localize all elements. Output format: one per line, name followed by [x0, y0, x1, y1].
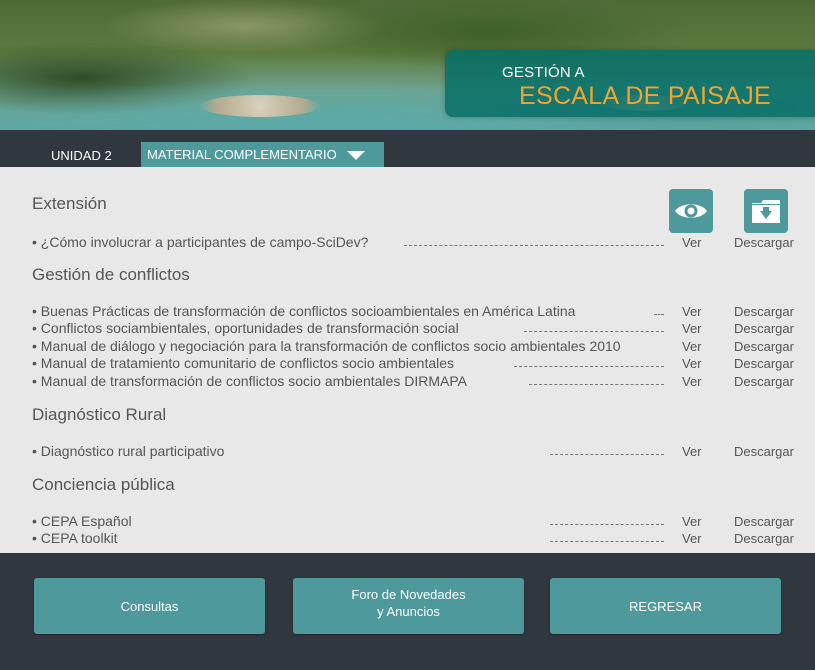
- item-title: • ¿Cómo involucrar a participantes de ca…: [32, 234, 369, 250]
- consultas-label: Consultas: [120, 598, 179, 614]
- section-title-conciencia-publica: Conciencia pública: [32, 475, 175, 494]
- item-title: • Manual de tratamiento comunitario de c…: [32, 355, 455, 371]
- download-icon-button[interactable]: [744, 189, 788, 233]
- leader-dots: [514, 366, 664, 367]
- section-title-diagnostico-rural: Diagnóstico Rural: [32, 405, 167, 424]
- download-link[interactable]: Descargar: [734, 444, 794, 459]
- list-item: • CEPA Español Ver Descargar: [32, 513, 802, 530]
- list-item: • CEPA toolkit Ver Descargar: [32, 530, 802, 547]
- course-title-line2: ESCALA DE PAISAJE: [519, 82, 771, 110]
- leader-dots: [404, 245, 664, 246]
- foro-label-line2: y Anuncios: [377, 604, 440, 619]
- leader-dots: [550, 541, 664, 542]
- section-title-gestion-conflictos: Gestión de conflictos: [32, 265, 190, 284]
- caret-down-icon: [346, 151, 365, 160]
- folder-download-icon: [752, 200, 780, 223]
- footer-bar: Consultas Foro de Novedades y Anuncios R…: [0, 553, 815, 670]
- download-link[interactable]: Descargar: [734, 235, 794, 250]
- list-item: • ¿Cómo involucrar a participantes de ca…: [32, 234, 802, 251]
- item-title: • Manual de transformación de conflictos…: [32, 373, 467, 389]
- download-link[interactable]: Descargar: [734, 531, 794, 546]
- view-link[interactable]: Ver: [682, 304, 702, 319]
- regresar-label: REGRESAR: [629, 598, 702, 614]
- list-item: • Diagnóstico rural participativo Ver De…: [32, 443, 802, 460]
- list-item: • Buenas Prácticas de transformación de …: [32, 303, 802, 320]
- list-item: • Manual de transformación de conflictos…: [32, 373, 802, 390]
- view-link[interactable]: Ver: [682, 374, 702, 389]
- header-landscape-banner: GESTIÓN A ESCALA DE PAISAJE: [0, 0, 815, 130]
- leader-dots: [550, 524, 664, 525]
- item-title: • CEPA toolkit: [32, 530, 118, 546]
- regresar-button[interactable]: REGRESAR: [550, 578, 781, 634]
- eye-icon: [675, 204, 707, 218]
- item-title: • Manual de diálogo y negociación para l…: [32, 338, 621, 354]
- download-link[interactable]: Descargar: [734, 304, 794, 319]
- list-item: • Conflictos sociambientales, oportunida…: [32, 320, 802, 337]
- download-link[interactable]: Descargar: [734, 321, 794, 336]
- leader-dots: [529, 384, 664, 385]
- section-title-extension: Extensión: [32, 194, 107, 213]
- download-link[interactable]: Descargar: [734, 514, 794, 529]
- shore-rock: [200, 95, 320, 117]
- view-link[interactable]: Ver: [682, 531, 702, 546]
- course-title-line1: GESTIÓN A: [502, 64, 585, 81]
- item-title: • Buenas Prácticas de transformación de …: [32, 303, 576, 319]
- view-link[interactable]: Ver: [682, 339, 702, 354]
- list-item: • Manual de diálogo y negociación para l…: [32, 338, 802, 355]
- view-link[interactable]: Ver: [682, 321, 702, 336]
- dropdown-label: MATERIAL COMPLEMENTARIO: [147, 147, 337, 162]
- view-icon-button[interactable]: [669, 189, 713, 233]
- leader-dots: [654, 314, 664, 315]
- foro-label-line1: Foro de Novedades: [351, 587, 466, 602]
- item-title: • Diagnóstico rural participativo: [32, 443, 225, 459]
- download-link[interactable]: Descargar: [734, 356, 794, 371]
- material-list: Extensión • ¿Cómo involucrar a participa…: [0, 167, 815, 553]
- view-link[interactable]: Ver: [682, 356, 702, 371]
- download-link[interactable]: Descargar: [734, 339, 794, 354]
- view-link[interactable]: Ver: [682, 235, 702, 250]
- material-complementario-dropdown[interactable]: MATERIAL COMPLEMENTARIO: [141, 142, 384, 167]
- view-link[interactable]: Ver: [682, 444, 702, 459]
- foro-novedades-button[interactable]: Foro de Novedades y Anuncios: [293, 578, 524, 634]
- download-link[interactable]: Descargar: [734, 374, 794, 389]
- consultas-button[interactable]: Consultas: [34, 578, 265, 634]
- nav-unit-label[interactable]: UNIDAD 2: [51, 148, 112, 163]
- item-title: • Conflictos sociambientales, oportunida…: [32, 320, 459, 336]
- item-title: • CEPA Español: [32, 513, 132, 529]
- course-title-box: GESTIÓN A ESCALA DE PAISAJE: [445, 50, 815, 117]
- list-item: • Manual de tratamiento comunitario de c…: [32, 355, 802, 372]
- nav-bar: UNIDAD 2 MATERIAL COMPLEMENTARIO: [0, 130, 815, 167]
- view-link[interactable]: Ver: [682, 514, 702, 529]
- leader-dots: [524, 331, 664, 332]
- leader-dots: [550, 454, 664, 455]
